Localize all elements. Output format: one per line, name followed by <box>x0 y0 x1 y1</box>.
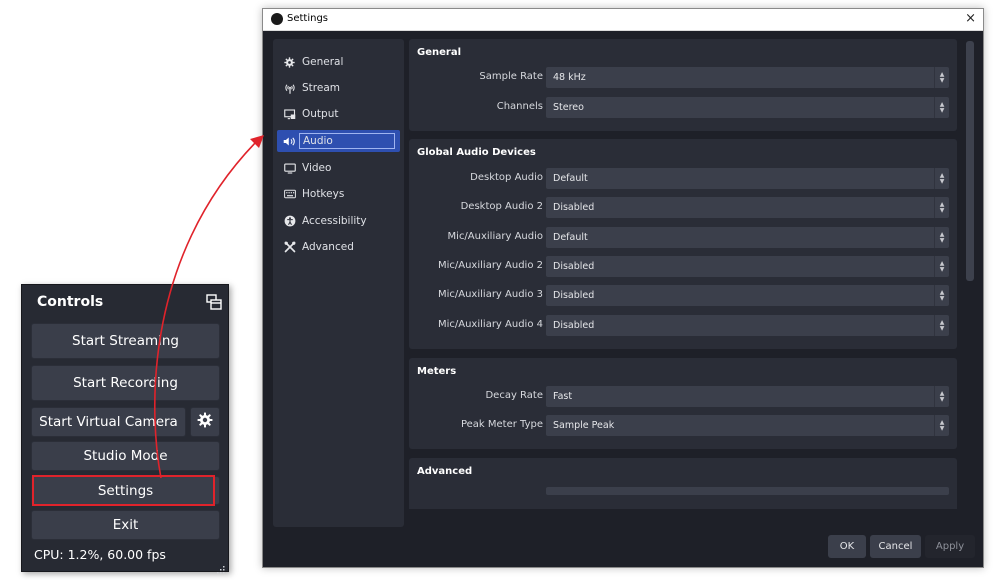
exit-button[interactable]: Exit <box>31 510 220 540</box>
desktop-audio-label: Desktop Audio <box>470 172 543 183</box>
advanced-section: Advanced <box>409 458 957 509</box>
select-value: Default <box>553 232 588 243</box>
section-title: General <box>417 47 461 58</box>
sidebar-item-audio[interactable]: Audio <box>277 130 400 152</box>
chevron-updown-icon: ▲ ▼ <box>934 315 949 336</box>
mic-aux-audio-4-select[interactable]: Disabled ▲ ▼ <box>546 315 949 336</box>
cpu-status: CPU: 1.2%, 60.00 fps <box>34 547 166 562</box>
select-value: Disabled <box>553 202 595 213</box>
sidebar-item-video[interactable]: Video <box>277 157 400 179</box>
sidebar-item-label: Hotkeys <box>302 188 345 200</box>
settings-button[interactable]: Settings <box>31 476 220 505</box>
chevron-updown-icon: ▲ ▼ <box>934 168 949 189</box>
obs-logo-icon <box>271 13 283 25</box>
desktop-audio-select[interactable]: Default ▲ ▼ <box>546 168 949 189</box>
decay-rate-label: Decay Rate <box>485 390 543 401</box>
section-title: Advanced <box>417 466 473 477</box>
select-value: Disabled <box>553 290 595 301</box>
antenna-icon <box>283 82 296 95</box>
select-value: Default <box>553 173 588 184</box>
select-value: Disabled <box>553 320 595 331</box>
chevron-updown-icon: ▲ ▼ <box>934 67 949 88</box>
mic-aux-audio-2-select[interactable]: Disabled ▲ ▼ <box>546 256 949 277</box>
window-title: Settings <box>287 13 329 24</box>
channels-label: Channels <box>496 101 543 112</box>
display-icon <box>283 162 296 175</box>
start-streaming-button[interactable]: Start Streaming <box>31 323 220 359</box>
controls-dock: Controls Start Streaming Start Recording… <box>21 284 229 574</box>
sample-rate-select[interactable]: 48 kHz ▲ ▼ <box>546 67 949 88</box>
chevron-updown-icon: ▲ ▼ <box>934 415 949 436</box>
sidebar-item-label: Accessibility <box>302 215 367 227</box>
global-audio-devices-section: Global Audio Devices Desktop Audio Defau… <box>409 139 957 349</box>
mic-aux-audio-3-select[interactable]: Disabled ▲ ▼ <box>546 285 949 306</box>
content-scrollbar[interactable] <box>966 41 974 281</box>
mic-aux-audio-3-label: Mic/Auxiliary Audio 3 <box>437 289 543 300</box>
desktop-audio-2-label: Desktop Audio 2 <box>460 201 543 212</box>
mic-aux-audio-label: Mic/Auxiliary Audio <box>447 231 543 242</box>
apply-button[interactable]: Apply <box>925 535 975 558</box>
speaker-icon <box>283 135 296 148</box>
peak-meter-type-label: Peak Meter Type <box>460 419 543 430</box>
studio-mode-button[interactable]: Studio Mode <box>31 441 220 471</box>
chevron-updown-icon: ▲ ▼ <box>934 256 949 277</box>
resize-grip-icon[interactable] <box>216 559 225 574</box>
chevron-updown-icon: ▲ ▼ <box>934 285 949 306</box>
desktop-audio-2-select[interactable]: Disabled ▲ ▼ <box>546 197 949 218</box>
sidebar-item-label: Advanced <box>302 241 354 253</box>
general-section: General Sample Rate 48 kHz ▲ ▼ Channels S… <box>409 39 957 131</box>
window-titlebar[interactable]: Settings × <box>263 9 983 31</box>
select-value: Sample Peak <box>553 420 615 431</box>
sidebar-item-label: Stream <box>302 82 340 94</box>
virtual-camera-settings-button[interactable] <box>190 407 220 437</box>
cancel-button[interactable]: Cancel <box>870 535 921 558</box>
sidebar-item-accessibility[interactable]: Accessibility <box>277 210 400 232</box>
peak-meter-type-select[interactable]: Sample Peak ▲ ▼ <box>546 415 949 436</box>
gear-icon <box>197 412 213 432</box>
monitor-output-icon <box>283 108 296 121</box>
sample-rate-label: Sample Rate <box>479 71 543 82</box>
select-value: Disabled <box>553 261 595 272</box>
advanced-partial-select[interactable] <box>546 487 949 495</box>
sidebar-item-label: Output <box>302 108 339 120</box>
mic-aux-audio-select[interactable]: Default ▲ ▼ <box>546 227 949 248</box>
section-title: Global Audio Devices <box>417 147 536 158</box>
select-value: Fast <box>553 391 573 402</box>
settings-window: Settings × General Stream Output Audio V… <box>262 8 984 568</box>
ok-button[interactable]: OK <box>828 535 866 558</box>
sidebar-item-label: Audio <box>299 133 395 149</box>
chevron-updown-icon: ▲ ▼ <box>934 97 949 118</box>
decay-rate-select[interactable]: Fast ▲ ▼ <box>546 386 949 407</box>
sidebar-item-label: General <box>302 56 344 68</box>
controls-dock-title: Controls <box>37 294 104 310</box>
undock-icon[interactable] <box>206 294 222 310</box>
mic-aux-audio-4-label: Mic/Auxiliary Audio 4 <box>437 319 543 330</box>
start-virtual-camera-button[interactable]: Start Virtual Camera <box>31 407 186 437</box>
mic-aux-audio-2-label: Mic/Auxiliary Audio 2 <box>437 260 543 271</box>
chevron-updown-icon: ▲ ▼ <box>934 227 949 248</box>
sidebar-item-general[interactable]: General <box>277 51 400 73</box>
chevron-updown-icon: ▲ ▼ <box>934 197 949 218</box>
section-title: Meters <box>417 366 457 377</box>
close-icon[interactable]: × <box>965 11 976 26</box>
settings-sidebar: General Stream Output Audio Video Hotkey… <box>273 39 404 527</box>
select-value: 48 kHz <box>553 72 586 83</box>
sidebar-item-output[interactable]: Output <box>277 103 400 125</box>
sidebar-item-label: Video <box>302 162 332 174</box>
tools-icon <box>283 241 296 254</box>
accessibility-icon <box>283 215 296 228</box>
sidebar-item-stream[interactable]: Stream <box>277 77 400 99</box>
select-value: Stereo <box>553 102 584 113</box>
gear-icon <box>283 56 296 69</box>
meters-section: Meters Decay Rate Fast ▲ ▼ Peak Meter Typ… <box>409 358 957 449</box>
keyboard-icon <box>283 188 296 201</box>
sidebar-item-advanced[interactable]: Advanced <box>277 236 400 258</box>
sidebar-item-hotkeys[interactable]: Hotkeys <box>277 183 400 205</box>
chevron-updown-icon: ▲ ▼ <box>934 386 949 407</box>
start-recording-button[interactable]: Start Recording <box>31 365 220 401</box>
channels-select[interactable]: Stereo ▲ ▼ <box>546 97 949 118</box>
audio-settings-content: General Sample Rate 48 kHz ▲ ▼ Channels S… <box>409 39 961 509</box>
